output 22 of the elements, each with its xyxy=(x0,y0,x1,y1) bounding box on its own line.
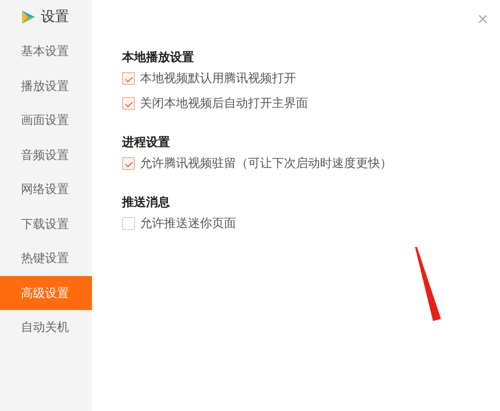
sidebar-item[interactable]: 下载设置 xyxy=(0,206,92,241)
section-heading: 进程设置 xyxy=(122,134,171,151)
sidebar-item[interactable]: 播放设置 xyxy=(0,68,92,103)
section-heading: 本地播放设置 xyxy=(122,49,195,66)
sidebar-item[interactable]: 自动关机 xyxy=(0,310,92,344)
window-title: 设置 xyxy=(41,8,69,26)
sidebar-item[interactable]: 画面设置 xyxy=(0,103,92,138)
play-logo-icon xyxy=(20,9,36,25)
checkbox[interactable] xyxy=(122,97,135,110)
checkbox[interactable] xyxy=(122,72,135,85)
section-heading: 推送消息 xyxy=(122,194,171,211)
sidebar-item[interactable]: 热键设置 xyxy=(0,241,92,276)
sidebar-item[interactable]: 网络设置 xyxy=(0,172,92,206)
sidebar-item[interactable]: 高级设置 xyxy=(0,276,92,310)
option-label: 本地视频默认用腾讯视频打开 xyxy=(140,70,296,87)
option-label: 关闭本地视频后自动打开主界面 xyxy=(140,95,308,112)
checkbox[interactable] xyxy=(122,157,135,170)
sidebar-item[interactable]: 音频设置 xyxy=(0,138,92,172)
checkbox[interactable] xyxy=(122,217,135,230)
option-label: 允许腾讯视频驻留（可让下次启动时速度更快） xyxy=(140,155,392,172)
option-label: 允许推送迷你页面 xyxy=(140,215,236,232)
sidebar-item[interactable]: 基本设置 xyxy=(0,34,92,68)
